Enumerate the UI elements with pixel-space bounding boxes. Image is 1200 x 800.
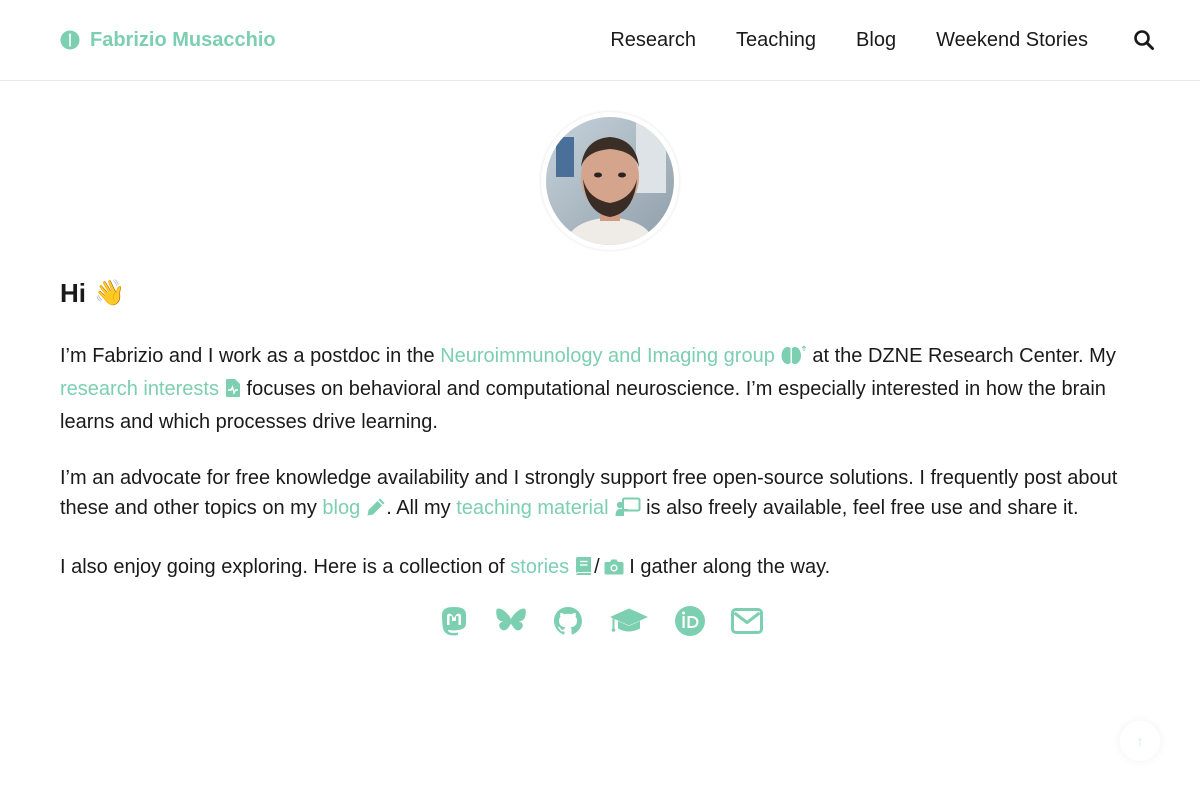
teaching-material-link[interactable]: teaching material xyxy=(456,497,608,519)
text-span: is also freely available, feel free use … xyxy=(640,497,1079,519)
nav-research[interactable]: Research xyxy=(610,29,696,52)
mastodon-icon[interactable] xyxy=(438,605,470,637)
book-icon[interactable] xyxy=(575,555,592,585)
text-span: I also enjoy going exploring. Here is a … xyxy=(60,556,511,578)
social-links xyxy=(0,603,1200,639)
text-span: I’m Fabrizio and I work as a postdoc in … xyxy=(60,345,441,367)
site-header: Fabrizio Musacchio Research Teaching Blo… xyxy=(0,0,1200,81)
github-icon[interactable] xyxy=(552,605,584,637)
arrow-up-icon: ↑ xyxy=(1136,733,1144,749)
brain-icon[interactable] xyxy=(781,344,807,374)
camera-icon[interactable] xyxy=(604,555,624,585)
main-nav: Research Teaching Blog Weekend Stories xyxy=(570,28,1155,52)
intro-paragraph-3: I also enjoy going exploring. Here is a … xyxy=(60,552,1140,585)
site-brand[interactable]: Fabrizio Musacchio xyxy=(60,28,276,52)
envelope-icon[interactable] xyxy=(730,605,763,637)
document-icon[interactable] xyxy=(225,377,241,407)
nav-blog[interactable]: Blog xyxy=(856,29,896,52)
graduation-cap-icon[interactable] xyxy=(609,605,649,637)
text-span: I gather along the way. xyxy=(623,556,831,578)
text-span: at the DZNE Research Center. My xyxy=(806,345,1116,367)
brain-icon xyxy=(60,30,80,50)
intro-paragraph-2: I’m an advocate for free knowledge avail… xyxy=(60,463,1140,526)
intro-content: I’m Fabrizio and I work as a postdoc in … xyxy=(60,341,1140,611)
intro-paragraph-1: I’m Fabrizio and I work as a postdoc in … xyxy=(60,341,1140,437)
separator: / xyxy=(594,556,600,578)
text-span: . All my xyxy=(386,497,457,519)
greeting-text: Hi xyxy=(60,278,86,308)
bluesky-icon[interactable] xyxy=(495,605,527,637)
back-to-top-button[interactable]: ↑ xyxy=(1120,721,1160,761)
waving-hand-emoji: 👋 xyxy=(94,279,126,307)
avatar xyxy=(546,117,674,245)
blog-link[interactable]: blog xyxy=(322,497,360,519)
nav-weekend-stories[interactable]: Weekend Stories xyxy=(936,29,1088,52)
orcid-icon[interactable] xyxy=(674,605,706,637)
research-interests-link[interactable]: research interests xyxy=(60,378,219,400)
pencil-icon[interactable] xyxy=(366,496,386,526)
teacher-board-icon[interactable] xyxy=(615,496,641,526)
brand-name[interactable]: Fabrizio Musacchio xyxy=(90,29,276,52)
search-icon[interactable] xyxy=(1133,29,1155,51)
avatar-frame xyxy=(541,112,679,250)
stories-link[interactable]: stories xyxy=(510,556,569,578)
greeting-heading: Hi 👋 xyxy=(60,278,125,309)
nav-teaching[interactable]: Teaching xyxy=(736,29,816,52)
group-link[interactable]: Neuroimmunology and Imaging group xyxy=(440,345,775,367)
